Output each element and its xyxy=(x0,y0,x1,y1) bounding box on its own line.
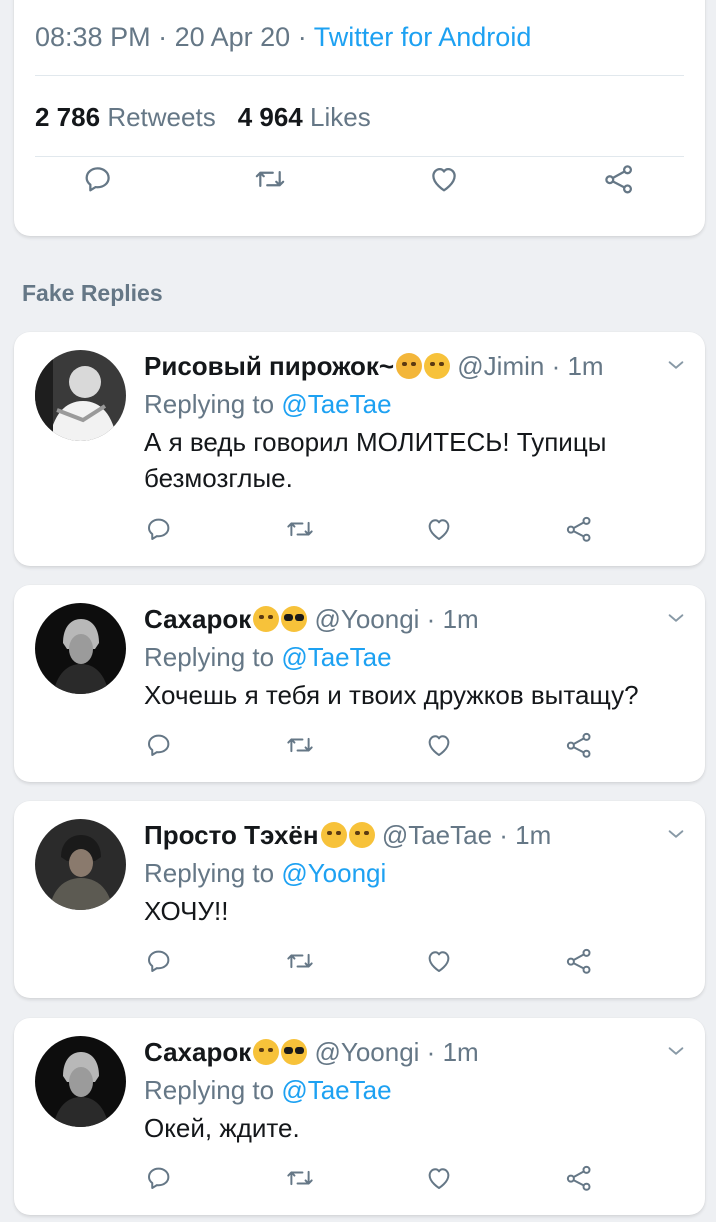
reply-icon[interactable] xyxy=(81,162,115,196)
retweets-stat[interactable]: 2 786 Retweets xyxy=(35,102,216,132)
reply-text: Хочешь я тебя и твоих дружков вытащу? xyxy=(144,680,639,710)
mention-link[interactable]: @TaeTae xyxy=(281,389,391,419)
tweet-time: 08:38 PM xyxy=(35,22,151,52)
reply-icon[interactable] xyxy=(144,946,174,976)
reply-card[interactable]: Сахарок @Yoongi · 1m Replying to @TaeTae… xyxy=(14,1018,705,1215)
chevron-down-icon[interactable] xyxy=(665,823,687,845)
retweet-icon[interactable] xyxy=(284,946,316,976)
chevron-down-icon[interactable] xyxy=(665,607,687,629)
reply-action-bar xyxy=(14,508,705,548)
retweets-count: 2 786 xyxy=(35,102,101,132)
like-icon[interactable] xyxy=(427,162,461,196)
mention-link[interactable]: @Yoongi xyxy=(281,858,386,888)
like-icon[interactable] xyxy=(424,730,454,760)
like-icon[interactable] xyxy=(424,1163,454,1193)
smirking-face-icon xyxy=(253,606,280,632)
reply-card[interactable]: Просто Тэхён @TaeTae · 1m Replying to @Y… xyxy=(14,801,705,998)
share-icon[interactable] xyxy=(564,514,594,544)
section-title: Fake Replies xyxy=(22,280,163,306)
reply-text: Окей, ждите. xyxy=(144,1113,300,1143)
avatar[interactable] xyxy=(35,603,126,694)
replying-to: Replying to @Yoongi xyxy=(144,858,387,888)
retweet-icon[interactable] xyxy=(284,730,316,760)
reply-handle: @Yoongi xyxy=(314,1037,420,1067)
reply-author-name[interactable]: Сахарок xyxy=(144,604,251,634)
reply-author-name[interactable]: Просто Тэхён xyxy=(144,820,319,850)
tweet-stats: 2 786 Retweets 4 964 Likes xyxy=(35,102,371,133)
mention-link[interactable]: @TaeTae xyxy=(281,642,391,672)
avatar[interactable] xyxy=(35,1036,126,1127)
share-icon[interactable] xyxy=(564,946,594,976)
replying-to: Replying to @TaeTae xyxy=(144,1075,392,1105)
reply-action-bar xyxy=(14,940,705,980)
reply-icon[interactable] xyxy=(144,1163,174,1193)
reply-author-name[interactable]: Сахарок xyxy=(144,1037,251,1067)
sunglasses-face-icon xyxy=(281,1039,308,1065)
winking-tongue-icon xyxy=(320,822,347,848)
reply-action-bar xyxy=(14,1157,705,1197)
share-icon[interactable] xyxy=(602,162,636,196)
mention-link[interactable]: @TaeTae xyxy=(281,1075,391,1105)
reply-text: А я ведь говорил МОЛИТЕСЬ! Тупицы безмоз… xyxy=(144,427,607,493)
reply-icon[interactable] xyxy=(144,514,174,544)
retweet-icon[interactable] xyxy=(284,1163,316,1193)
smirking-face-icon xyxy=(253,1039,280,1065)
tweet-meta: 08:38 PM · 20 Apr 20 · Twitter for Andro… xyxy=(35,22,532,52)
reply-time: 1m xyxy=(442,604,479,634)
reply-card[interactable]: Рисовый пирожок~ @Jimin · 1m Replying to… xyxy=(14,332,705,566)
reply-handle: @TaeTae xyxy=(381,820,493,850)
tweet-action-bar xyxy=(14,152,705,200)
reply-icon[interactable] xyxy=(144,730,174,760)
divider xyxy=(35,75,684,76)
reply-action-bar xyxy=(14,724,705,764)
upside-down-face-icon xyxy=(348,822,375,848)
reply-author-name[interactable]: Рисовый пирожок~ xyxy=(144,351,394,381)
chevron-down-icon[interactable] xyxy=(665,1040,687,1062)
retweet-icon[interactable] xyxy=(252,162,288,196)
reply-time: 1m xyxy=(515,820,552,850)
replying-to: Replying to @TaeTae xyxy=(144,642,392,672)
reply-card[interactable]: Сахарок @Yoongi · 1m Replying to @TaeTae… xyxy=(14,585,705,782)
sunglasses-face-icon xyxy=(281,606,308,632)
smiling-face-with-hearts-icon xyxy=(396,353,423,379)
reply-handle: @Jimin xyxy=(457,351,545,381)
like-icon[interactable] xyxy=(424,946,454,976)
reply-time: 1m xyxy=(442,1037,479,1067)
likes-stat[interactable]: 4 964 Likes xyxy=(238,102,371,132)
retweets-label: Retweets xyxy=(107,102,216,132)
share-icon[interactable] xyxy=(564,730,594,760)
like-icon[interactable] xyxy=(424,514,454,544)
tweet-date: 20 Apr 20 xyxy=(174,22,291,52)
tweet-detail-card: 08:38 PM · 20 Apr 20 · Twitter for Andro… xyxy=(14,0,705,236)
tweet-client-link[interactable]: Twitter for Android xyxy=(314,22,532,52)
likes-label: Likes xyxy=(310,102,371,132)
reply-text: ХОЧУ!! xyxy=(144,896,229,926)
retweet-icon[interactable] xyxy=(284,514,316,544)
likes-count: 4 964 xyxy=(237,102,303,132)
avatar[interactable] xyxy=(35,350,126,441)
share-icon[interactable] xyxy=(564,1163,594,1193)
reply-handle: @Yoongi xyxy=(314,604,420,634)
reply-time: 1m xyxy=(567,351,604,381)
avatar[interactable] xyxy=(35,819,126,910)
chevron-down-icon[interactable] xyxy=(665,354,687,376)
replying-to: Replying to @TaeTae xyxy=(144,389,392,419)
grinning-sweat-icon xyxy=(424,353,451,379)
